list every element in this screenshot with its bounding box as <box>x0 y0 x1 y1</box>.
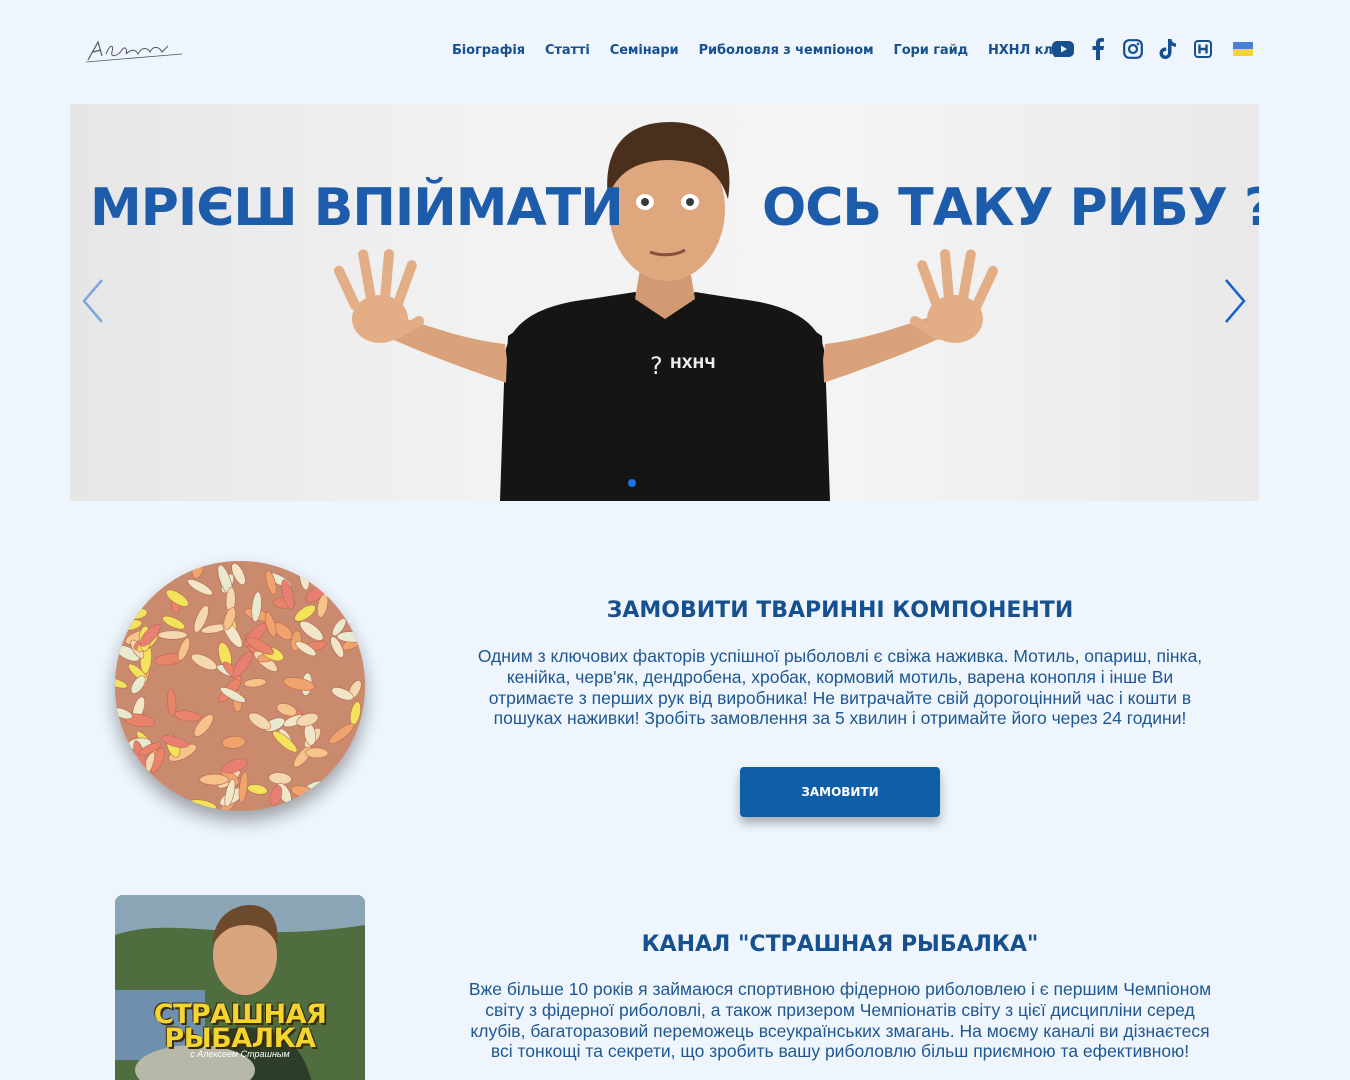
facebook-icon[interactable] <box>1087 38 1109 60</box>
order-button[interactable]: ЗАМОВИТИ <box>740 767 940 817</box>
hero-slider: НХНЧ ? МРІЄШ ВПІЙМАТИ ОСЬ ТАКУ РИБУ ? <box>70 104 1259 501</box>
ukraine-flag-icon[interactable] <box>1233 42 1253 56</box>
shirt-logo: НХНЧ <box>670 356 716 372</box>
maggots-image <box>115 561 365 811</box>
slider-dot-active[interactable] <box>628 479 636 487</box>
hero-headline-right: ОСЬ ТАКУ РИБУ ? <box>762 178 1259 238</box>
slider-next-arrow[interactable] <box>1220 276 1250 326</box>
tiktok-icon[interactable] <box>1157 38 1179 60</box>
nav-articles[interactable]: Статті <box>545 43 590 58</box>
nav-fishing-with-champion[interactable]: Риболовля з чемпіоном <box>699 43 874 58</box>
youtube-icon[interactable] <box>1052 38 1074 60</box>
social-links <box>1052 38 1253 60</box>
instagram-icon[interactable] <box>1122 38 1144 60</box>
signature-logo-icon <box>85 40 183 63</box>
site-logo[interactable] <box>84 34 184 66</box>
hero-headline-left: МРІЄШ ВПІЙМАТИ <box>90 178 624 238</box>
h-club-icon[interactable] <box>1192 38 1214 60</box>
chevron-right-icon <box>1225 279 1246 323</box>
nav-mountains-guide[interactable]: Гори гайд <box>894 43 969 58</box>
slider-dots <box>628 479 636 487</box>
nav-biography[interactable]: Біографія <box>452 43 525 58</box>
bait-section-title: ЗАМОВИТИ ТВАРИННІ КОМПОНЕНТИ <box>606 598 1074 623</box>
channel-cover-image[interactable]: СТРАШНАЯ РЫБАЛКА с Алексеем Страшным <box>115 895 365 1080</box>
cover-title-line2: РЫБАЛКА <box>164 1023 316 1054</box>
bait-section-text: Одним з ключових факторів успішної рыбол… <box>477 646 1203 729</box>
cover-subtitle: с Алексеем Страшным <box>190 1049 290 1059</box>
main-nav: Біографія Статті Семінари Риболовля з че… <box>452 43 1070 58</box>
hero-person-image: НХНЧ ? <box>333 122 999 501</box>
svg-text:?: ? <box>650 352 663 380</box>
chevron-left-icon <box>82 279 103 323</box>
slider-prev-arrow[interactable] <box>78 276 108 326</box>
channel-section-text: Вже більше 10 років я займаюся спортивно… <box>468 979 1212 1062</box>
nav-seminars[interactable]: Семінари <box>610 43 679 58</box>
channel-section-title: КАНАЛ "СТРАШНАЯ РЫБАЛКА" <box>641 932 1039 957</box>
